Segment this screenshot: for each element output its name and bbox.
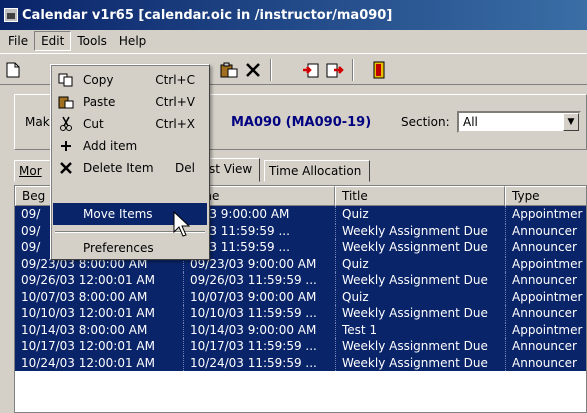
table-row[interactable]: 10/17/03 12:00:01 AM 10/17/03 11:59:59 ..… [15, 338, 586, 355]
table-cell-title: Weekly Assignment Due [335, 338, 505, 354]
table-row[interactable]: 10/24/03 12:00:01 AM 10/24/03 11:59:59 ..… [15, 354, 586, 371]
table-cell-begin: 10/14/03 8:00:00 AM [21, 322, 148, 337]
column-header-title[interactable]: Title [335, 186, 505, 206]
mouse-pointer-icon [173, 210, 195, 242]
table-cell-type: Announcer [505, 338, 586, 354]
make-label: Mak [25, 115, 50, 129]
plus-icon [57, 138, 75, 154]
column-header-type[interactable]: Type [505, 186, 586, 206]
scissors-icon [57, 116, 75, 132]
app-icon [4, 8, 18, 22]
menu-item-cut[interactable]: Cut Ctrl+X [53, 113, 207, 135]
table-row[interactable]: 10/07/03 8:00:00 AM 10/07/03 9:00:00 AM Qu… [15, 288, 586, 305]
chevron-down-icon[interactable]: ▼ [563, 113, 579, 131]
import-icon[interactable] [300, 60, 322, 80]
menu-file[interactable]: File [2, 31, 34, 51]
section-label: Section: [401, 115, 450, 129]
tab-time-allocation[interactable]: Time Allocation [264, 160, 370, 182]
tab-month[interactable]: Mor [14, 160, 54, 182]
table-cell-title: Quiz [335, 288, 505, 305]
menu-item-add[interactable]: Add item [53, 135, 207, 157]
tab-list-view[interactable]: st View [204, 158, 260, 182]
table-cell-title: Quiz [335, 206, 505, 222]
table-cell-type: Appointmer [505, 206, 586, 222]
paste-icon[interactable] [218, 60, 240, 80]
table-cell-type: Announcer [505, 222, 586, 239]
delete-icon[interactable] [242, 60, 264, 80]
table-cell-type: Appointmer [505, 288, 586, 305]
exit-door-icon[interactable] [368, 60, 390, 80]
table-cell-type: Appointmer [505, 255, 586, 272]
copy-icon [57, 72, 75, 88]
table-cell-title: Weekly Assignment Due [335, 305, 505, 321]
table-cell-end: 10/10/03 11:59:59 ... [183, 305, 335, 321]
table-cell-end: 09/26/03 11:59:59 ... [183, 272, 335, 288]
table-cell-type: Appointmer [505, 321, 586, 338]
table-cell-title: Weekly Assignment Due [335, 239, 505, 255]
table-cell-type: Announcer [505, 305, 586, 321]
menu-tools[interactable]: Tools [71, 31, 113, 51]
table-cell-title: Weekly Assignment Due [335, 354, 505, 371]
section-select[interactable]: All ▼ [457, 111, 581, 133]
new-document-icon[interactable] [2, 60, 24, 80]
table-row[interactable]: 10/14/03 8:00:00 AM 10/14/03 9:00:00 AM Te… [15, 321, 586, 338]
table-row[interactable]: 10/10/03 12:00:01 AM 10/10/03 11:59:59 ..… [15, 305, 586, 322]
delete-icon [57, 160, 75, 176]
table-cell-title: Weekly Assignment Due [335, 272, 505, 288]
course-name: MA090 (MA090-19) [231, 115, 372, 130]
paste-icon [57, 94, 75, 110]
menu-item-delete[interactable]: Delete Item Del [53, 157, 207, 179]
menu-help[interactable]: Help [113, 31, 152, 51]
table-cell-title: Test 1 [335, 321, 505, 338]
table-cell-title: Quiz [335, 255, 505, 272]
menu-edit[interactable]: Edit [34, 31, 72, 51]
table-cell-end: 10/17/03 11:59:59 ... [183, 338, 335, 354]
menu-item-copy[interactable]: Copy Ctrl+C [53, 69, 207, 91]
table-cell-begin: 10/17/03 12:00:01 AM [21, 339, 155, 353]
table-cell-type: Announcer [505, 239, 586, 255]
table-cell-end: 10/24/03 11:59:59 ... [183, 354, 335, 371]
table-cell-end: 10/07/03 9:00:00 AM [183, 288, 335, 305]
table-cell-begin: 10/10/03 12:00:01 AM [21, 306, 155, 320]
calendar-window: Calendar v1r65 [calendar.oic in /instruc… [0, 0, 587, 413]
table-cell-end: 10/14/03 9:00:00 AM [183, 321, 335, 338]
menu-bar: File Edit Tools Help [0, 30, 587, 52]
export-icon[interactable] [324, 60, 346, 80]
table-cell-title: Weekly Assignment Due [335, 222, 505, 239]
title-bar[interactable]: Calendar v1r65 [calendar.oic in /instruc… [0, 0, 587, 30]
table-cell-type: Announcer [505, 354, 586, 371]
table-cell-begin: 09/26/03 12:00:01 AM [21, 273, 155, 287]
table-row[interactable]: 09/26/03 12:00:01 AM 09/26/03 11:59:59 ..… [15, 272, 586, 289]
window-title: Calendar v1r65 [calendar.oic in /instruc… [22, 7, 393, 23]
table-cell-begin: 10/24/03 12:00:01 AM [21, 355, 155, 370]
section-value: All [463, 115, 478, 129]
menu-item-paste[interactable]: Paste Ctrl+V [53, 91, 207, 113]
table-cell-begin: 10/07/03 8:00:00 AM [21, 289, 148, 304]
table-cell-type: Announcer [505, 272, 586, 288]
